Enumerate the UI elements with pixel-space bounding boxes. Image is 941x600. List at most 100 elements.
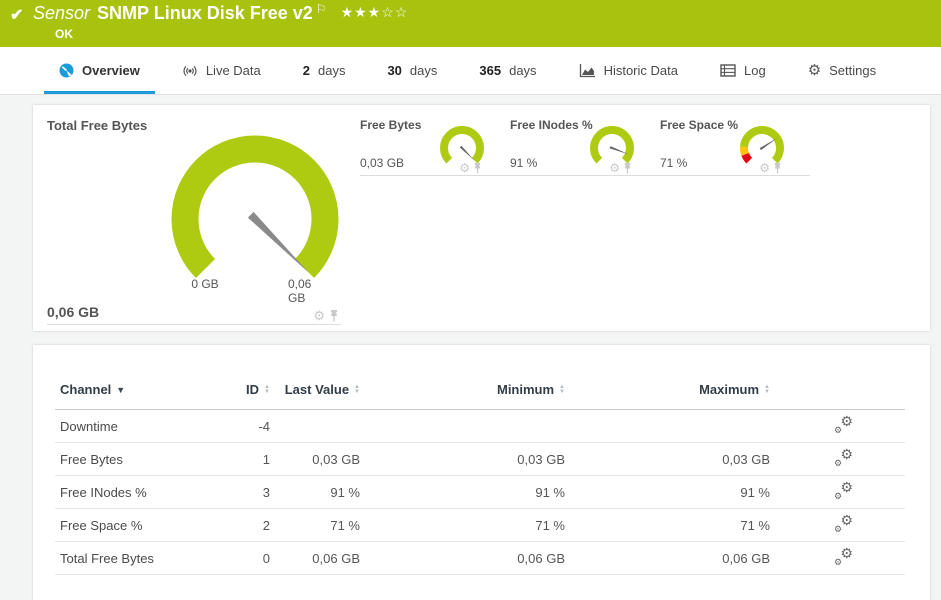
channel-name: Free INodes % [55,475,240,509]
minimum-value: 0,06 GB [360,541,565,575]
table-row-total-free-bytes: Total Free Bytes 0 0,06 GB 0,06 GB 0,06 GB ⚙ ⚙ [55,541,905,575]
tab-settings[interactable]: ⚙ Settings [787,47,897,94]
column-header-minimum[interactable]: Minimum ▲ ▼ [360,381,565,410]
tab-historic-data[interactable]: Historic Data [558,47,699,94]
tab-30-days[interactable]: 30 days [366,47,458,94]
pin-icon[interactable] [773,162,782,174]
flag-icon[interactable]: ⚐ [316,2,327,16]
tab-overview[interactable]: Overview [38,47,161,94]
mini-gauge-value: 91 % [510,156,538,170]
mini-gauge-title: Free INodes % [510,118,593,132]
sort-arrows-icon: ▲ ▼ [354,384,360,395]
last-value: 91 % [270,475,360,509]
column-header-last-value[interactable]: Last Value ▲ ▼ [270,381,360,410]
channel-id: 1 [240,442,270,476]
channels-table-body: Downtime -4 ⚙ ⚙ Free Bytes 1 0,03 GB 0,03 GB 0,0… [55,409,905,575]
maximum-value: 0,06 GB [565,541,770,575]
channel-name: Free Space % [55,508,240,542]
channel-settings-icon[interactable]: ⚙ ⚙ [834,546,853,567]
actions-cell: ⚙ ⚙ [770,508,905,542]
actions-cell: ⚙ ⚙ [770,541,905,575]
column-label: ID [246,382,260,397]
channel-id: 3 [240,475,270,509]
total-free-bytes-panel: Total Free Bytes 0 GB 0,06 GB 0,06 GB ⚙ [33,105,347,331]
tab-label: days [509,63,537,78]
mini-gauge-value: 71 % [660,156,688,170]
content-area: Total Free Bytes 0 GB 0,06 GB 0,06 GB ⚙ … [0,95,941,600]
mini-gauge-value: 0,03 GB [360,156,405,170]
tab-live-data[interactable]: Live Data [161,47,282,94]
tab-label: Historic Data [603,63,678,78]
tab-365-days[interactable]: 365 days [458,47,557,94]
column-label: Last Value [284,382,350,397]
mini-gauges-area: Free Bytes 0,03 GB ⚙ Free INodes % 91 % … [347,105,810,331]
sensor-status-header: ✔ Sensor SNMP Linux Disk Free v2 ⚐ ★★★☆☆ OK [0,0,941,47]
mini-gauge-title: Free Bytes [360,118,422,132]
column-header-channel[interactable]: Channel ▼ [55,381,240,410]
channel-settings-icon[interactable]: ⚙ ⚙ [834,447,853,468]
table-row-free-bytes: Free Bytes 1 0,03 GB 0,03 GB 0,03 GB ⚙ ⚙ [55,442,905,476]
table-row-free-inodes: Free INodes % 3 91 % 91 % 91 % ⚙ ⚙ [55,475,905,509]
tab-2-days[interactable]: 2 days [282,47,367,94]
gauge-icon [59,63,74,78]
channel-name: Free Bytes [55,442,240,476]
sort-caret-icon: ▼ [116,385,126,395]
table-row-free-space: Free Space % 2 71 % 71 % 71 % ⚙ ⚙ [55,508,905,542]
priority-stars[interactable]: ★★★☆☆ [341,4,409,20]
channel-settings-icon[interactable]: ⚙ ⚙ [834,414,853,435]
last-value: 0,06 GB [270,541,360,575]
tab-number: 2 [302,63,310,78]
free-bytes-panel: Free Bytes 0,03 GB ⚙ [360,118,510,176]
column-label: Channel [60,382,112,397]
check-icon: ✔ [10,7,24,24]
channel-name: Total Free Bytes [55,541,240,575]
tab-label: Settings [829,63,877,78]
gauge-settings-gear-icon[interactable]: ⚙ [609,162,620,174]
free-space-panel: Free Space % 71 % ⚙ [660,118,810,176]
tab-label: Overview [82,63,140,78]
main-gauge-scale: 0 GB 0,06 GB [171,277,339,305]
gauge-settings-gear-icon[interactable]: ⚙ [459,162,470,174]
gear-icon: ⚙ [807,62,822,79]
column-label: Minimum [496,382,555,397]
tab-label: days [317,63,346,78]
last-value: 0,03 GB [270,442,360,476]
last-value [270,409,360,443]
mini-gauge-title: Free Space % [660,118,739,132]
channel-name: Downtime [55,409,240,443]
channel-id: -4 [240,409,270,443]
tab-bar: Overview Live Data 2 days 30 days 365 da… [0,47,941,95]
column-header-maximum[interactable]: Maximum ▲ ▼ [565,381,770,410]
maximum-value: 91 % [565,475,770,509]
channels-table: Channel ▼ ID ▲ ▼ Last Value ▲ ▼ Minimum ▲ ▼ Maximum… [55,381,905,575]
minimum-value [360,409,565,443]
gauge-settings-gear-icon[interactable]: ⚙ [759,162,770,174]
channel-settings-icon[interactable]: ⚙ ⚙ [834,513,853,534]
pin-icon[interactable] [473,162,482,174]
sort-arrows-icon: ▲ ▼ [559,384,565,395]
tab-log[interactable]: Log [699,47,787,94]
minimum-value: 91 % [360,475,565,509]
channel-settings-icon[interactable]: ⚙ ⚙ [834,480,853,501]
free-inodes-panel: Free INodes % 91 % ⚙ [510,118,660,176]
main-gauge: 0 GB 0,06 GB [171,135,339,305]
column-label: Maximum [699,382,760,397]
sort-arrows-icon: ▲ ▼ [764,384,770,395]
tab-number: 30 [387,63,402,78]
channels-card: Channel ▼ ID ▲ ▼ Last Value ▲ ▼ Minimum ▲ ▼ Maximum… [33,345,930,600]
object-kind-label: Sensor [33,3,91,23]
main-gauge-svg [171,135,339,279]
actions-cell: ⚙ ⚙ [770,442,905,476]
main-gauge-title: Total Free Bytes [47,118,148,133]
pin-icon[interactable] [623,162,632,174]
column-header-id[interactable]: ID ▲ ▼ [240,381,270,410]
status-badge: OK [55,27,73,41]
sensor-title-line: Sensor SNMP Linux Disk Free v2 ⚐ ★★★☆☆ [33,2,409,24]
gauge-settings-gear-icon[interactable]: ⚙ [313,309,325,322]
scale-min-label: 0 GB [191,277,219,291]
actions-cell: ⚙ ⚙ [770,409,905,443]
gauges-card: Total Free Bytes 0 GB 0,06 GB 0,06 GB ⚙ … [33,105,930,331]
tab-label: days [409,63,438,78]
channel-id: 2 [240,508,270,542]
pin-icon[interactable] [329,309,339,322]
